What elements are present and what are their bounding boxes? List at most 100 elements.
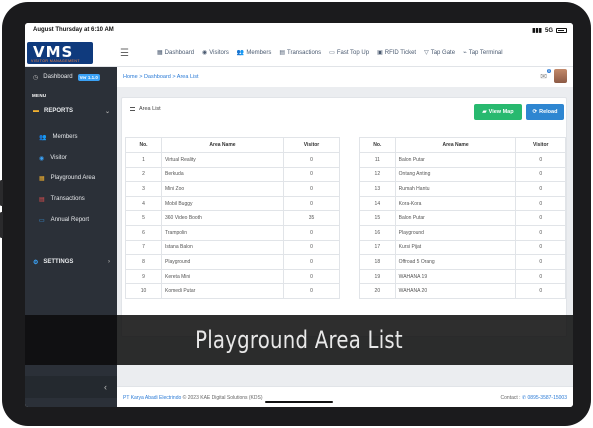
footer-copyright: PT Karya Abadi Electrindo © 2023 KAE Dig… xyxy=(123,395,263,401)
cell-area-name: Balon Putar xyxy=(394,152,517,168)
top-nav-label: Members xyxy=(246,49,272,56)
dashboard-icon: ◷ xyxy=(33,74,39,81)
cell-visitor-count: 0 xyxy=(515,254,566,270)
table-row[interactable]: 5 360 Video Booth 35 xyxy=(125,210,340,226)
cell-visitor-count: 0 xyxy=(283,268,340,285)
top-nav-label: RFID Ticket xyxy=(384,49,417,56)
sidebar-item-label: Members xyxy=(52,134,78,140)
visitors-icon: ◉ xyxy=(202,50,208,56)
tablet-frame: August Thursday at 6:10 AM ▮▮▮ 5G VMS VI… xyxy=(0,2,591,426)
cell-area-name: Trampolin xyxy=(161,224,284,241)
cell-no: 14 xyxy=(359,195,396,212)
table-row[interactable]: 8 Playground 0 xyxy=(125,254,340,270)
logo-tagline: VISITOR MANAGEMENT xyxy=(31,59,80,63)
sidebar-item-dashboard[interactable]: ◷ Dashboard Ver 1.1.0 xyxy=(25,67,117,87)
transactions-icon: ▤ xyxy=(39,196,45,203)
table-row[interactable]: 7 Istana Balon 0 xyxy=(125,239,340,256)
top-nav-tap-gate[interactable]: ▽ Tap Gate xyxy=(424,49,455,57)
contact-phone-link[interactable]: 0895-3587-15003 xyxy=(528,395,567,401)
top-nav-visitors[interactable]: ◉ Visitors xyxy=(202,49,229,57)
sidebar-item-annual-report[interactable]: ▭ Annual Report xyxy=(25,210,117,230)
cell-visitor-count: 0 xyxy=(515,283,566,299)
members-icon: 👥 xyxy=(39,134,47,141)
footer-contact: Contact : ✆ 0895-3587-15003 xyxy=(501,395,567,401)
top-nav-members[interactable]: 👥 Members xyxy=(237,49,272,57)
network-label: 5G xyxy=(544,27,553,34)
cell-area-name: Istana Balon xyxy=(161,239,284,256)
table-row[interactable]: 19 WAHANA 19 0 xyxy=(359,268,566,285)
cell-no: 3 xyxy=(125,181,162,197)
sidebar-collapse-button[interactable]: ‹ xyxy=(25,376,117,398)
breadcrumb[interactable]: Home > Dashboard > Area List xyxy=(123,74,199,80)
chevron-right-icon: › xyxy=(108,259,110,265)
top-nav-transactions[interactable]: ▤ Transactions xyxy=(279,49,321,57)
cell-visitor-count: 0 xyxy=(283,152,340,168)
top-nav-links: ▦ Dashboard ◉ Visitors 👥 Members ▤ Transactions… xyxy=(157,49,503,57)
reload-button[interactable]: ⟳ Reload xyxy=(526,104,564,120)
transactions-icon: ▤ xyxy=(279,50,286,56)
avatar[interactable] xyxy=(554,69,567,83)
dashboard-icon: ▦ xyxy=(157,50,163,56)
table-row[interactable]: 3 Mini Zoo 0 xyxy=(125,181,340,197)
top-nav-label: Dashboard xyxy=(164,49,195,56)
cell-area-name: Balon Putar xyxy=(394,210,517,226)
fast-top-up-icon: ▭ xyxy=(329,50,335,56)
table-row[interactable]: 13 Rumah Hantu 0 xyxy=(359,181,566,197)
sidebar-item-visitor[interactable]: ◉ Visitor xyxy=(25,148,117,168)
cell-visitor-count: 0 xyxy=(515,224,566,241)
table-row[interactable]: 9 Kereta Mini 0 xyxy=(125,268,340,285)
settings-label: SETTINGS xyxy=(43,259,74,265)
column-header-area-name: Area Name xyxy=(161,137,284,153)
top-nav-fast-top-up[interactable]: ▭ Fast Top Up xyxy=(329,49,369,57)
table-row[interactable]: 2 Berkuda 0 xyxy=(125,166,340,183)
area-table-right: No. Area Name Visitor 11 Balon Putar 0 12 On… xyxy=(359,137,566,299)
table-row[interactable]: 11 Balon Putar 0 xyxy=(359,152,566,168)
app-logo[interactable]: VMS VISITOR MANAGEMENT xyxy=(27,42,93,64)
table-row[interactable]: 12 Ontang Anting 0 xyxy=(359,166,566,183)
cell-area-name: Playground xyxy=(161,254,284,270)
cell-no: 15 xyxy=(359,210,396,226)
panel-title: Area List xyxy=(130,106,161,112)
view-map-button[interactable]: ▰ View Map xyxy=(474,104,522,120)
table-row[interactable]: 6 Trampolin 0 xyxy=(125,224,340,241)
menu-header: MENU xyxy=(32,93,47,98)
sidebar-item-playground-area[interactable]: ▦ Playground Area xyxy=(25,168,117,188)
table-row[interactable]: 14 Kora-Kora 0 xyxy=(359,195,566,212)
status-time: August Thursday at 6:10 AM xyxy=(33,27,114,33)
sidebar-section-reports[interactable]: ▬ REPORTS ⌄ xyxy=(25,103,117,119)
table-row[interactable]: 20 WAHANA 20 0 xyxy=(359,283,566,299)
cell-no: 1 xyxy=(125,152,162,168)
table-row[interactable]: 17 Kursi Pijat 0 xyxy=(359,239,566,256)
notification-icon[interactable]: ✉ xyxy=(540,72,547,81)
hamburger-menu-icon[interactable]: ☰ xyxy=(120,48,129,59)
sidebar-item-transactions[interactable]: ▤ Transactions xyxy=(25,189,117,209)
top-nav-tap-terminal[interactable]: ⌁ Tap Terminal xyxy=(463,49,503,57)
table-row[interactable]: 10 Komedi Putar 0 xyxy=(125,283,340,299)
panel-title-text: Area List xyxy=(139,106,161,112)
top-nav-dashboard[interactable]: ▦ Dashboard xyxy=(157,49,195,57)
table-row[interactable]: 4 Mobil Buggy 0 xyxy=(125,195,340,212)
reports-icon: ▬ xyxy=(33,108,39,114)
top-nav-rfid-ticket[interactable]: ▣ RFID Ticket xyxy=(377,49,417,57)
company-link[interactable]: PT Karya Abadi Electrindo xyxy=(123,395,181,401)
cell-area-name: Offroad 5 Orang xyxy=(394,254,517,270)
sidebar-item-members[interactable]: 👥 Members xyxy=(25,127,117,147)
reload-icon: ⟳ xyxy=(532,109,538,115)
annual-report-icon: ▭ xyxy=(39,217,45,224)
cell-visitor-count: 0 xyxy=(515,152,566,168)
sidebar-section-settings[interactable]: ⚙ SETTINGS › xyxy=(25,254,117,270)
table-row[interactable]: 1 Virtual Reality 0 xyxy=(125,152,340,168)
notification-badge: 0 xyxy=(547,69,551,73)
table-row[interactable]: 15 Balon Putar 0 xyxy=(359,210,566,226)
cell-area-name: Mobil Buggy xyxy=(161,195,284,212)
table-row[interactable]: 16 Playground 0 xyxy=(359,224,566,241)
cell-no: 13 xyxy=(359,181,396,197)
cell-visitor-count: 0 xyxy=(283,224,340,241)
column-header-no: No. xyxy=(359,137,396,153)
tablet-side-button xyxy=(0,180,3,206)
table-row[interactable]: 18 Offroad 5 Orang 0 xyxy=(359,254,566,270)
cell-area-name: Kora-Kora xyxy=(394,195,517,212)
area-table-left: No. Area Name Visitor 1 Virtual Reality 0 2… xyxy=(125,137,340,299)
cell-no: 17 xyxy=(359,239,396,256)
cell-area-name: Berkuda xyxy=(161,166,284,183)
